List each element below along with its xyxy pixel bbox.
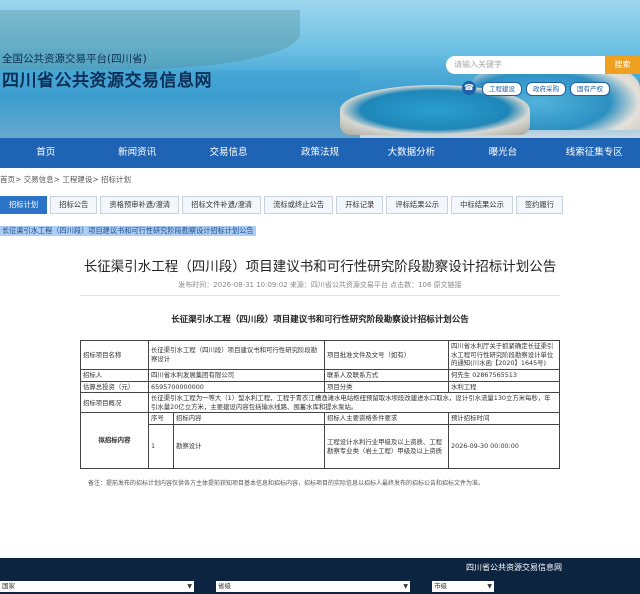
table-cell: 项目分类 [324,380,450,394]
article-title: 长征渠引水工程（四川段）项目建议书和可行性研究阶段勘察设计招标计划公告 [83,259,557,275]
table-cell: 序号 [148,412,174,426]
phone-icon[interactable]: ☎ [462,81,476,95]
tab-evaluation-result[interactable]: 评标结果公示 [386,196,449,214]
search-button[interactable]: 搜索 [605,56,640,74]
table-cell: 招标人主要资格条件要求 [324,412,450,426]
table-cell: 联系人及联系方式 [324,368,450,382]
table-row: 估算总投资（元） 6595700000000 项目分类 水利工程 [80,380,561,394]
chevron-down-icon: ▼ [403,583,408,590]
table-cell: 1 [148,424,174,470]
provincial-site-select[interactable]: 省级 ▼ [216,581,410,592]
table-cell: 勘察设计 [172,424,326,470]
select-value: 市级 [434,582,447,590]
table-row: 招标项目名称 长征渠引水工程（四川段）项目建议书和可行性研究阶段勘察设计 项目批… [80,340,561,370]
table-cell: 何先生 02867565513 [448,368,561,382]
tab-opening-record[interactable]: 开标记录 [336,196,384,214]
header-banner: 全国公共资源交易平台(四川省) 四川省公共资源交易信息网 请输入关键字 搜索 ☎… [0,0,640,138]
table-cell: 长征渠引水工程为一等大（1）型水利工程，工程于青衣江槽渔滩水电站枢纽预留取水坝段… [147,392,561,414]
table-cell: 项目批准文件及文号（如有） [324,340,450,370]
select-value: 国家 [2,582,15,590]
national-site-select[interactable]: 国家 ▼ [0,581,194,592]
table-cell: 招标项目概况 [80,392,149,414]
tab-prequal-addendum[interactable]: 资格预审补遗/澄清 [100,196,180,214]
breadcrumb[interactable]: 首页> 交易信息> 工程建设> 招标计划 [0,174,131,185]
tab-award-result[interactable]: 中标结果公示 [451,196,513,214]
city-site-select[interactable]: 市级 ▼ [432,581,494,592]
table-cell: 长征渠引水工程（四川段）项目建议书和可行性研究阶段勘察设计 [147,340,326,370]
table-row: 拟招标内容 序号 招标内容 招标人主要资格条件要求 预计招标时间 [80,412,561,470]
table-cell: 招标项目名称 [80,340,149,370]
watermark-text: 四川省公共资源交易信息网 [466,563,562,572]
chevron-down-icon: ▼ [487,583,492,590]
document-title: 长征渠引水工程（四川段）项目建议书和可行性研究阶段勘察设计招标计划公告 [171,315,469,325]
tab-bid-doc-addendum[interactable]: 招标文件补遗/澄清 [182,196,262,214]
table-footnote: 备注：提前发布的招标计划内容仅供各方主体提前获知项目基本信息和招标内容，招标项目… [88,480,485,487]
main-nav: 首页 新闻资讯 交易信息 政策法规 大数据分析 曝光台 线索征集专区 [0,138,640,168]
quick-link-engineering[interactable]: 工程建设 [482,82,522,96]
tab-bid-notice[interactable]: 招标公告 [50,196,98,214]
nav-item-exposure[interactable]: 曝光台 [457,138,548,168]
tab-failed-bid[interactable]: 流标或终止公告 [264,196,334,214]
table-cell: 四川省水利厅关于抓紧确定长征渠引水工程可行性研究阶段勘察设计单位的通知(川水函【… [448,340,561,370]
tab-bid-plan[interactable]: 招标计划 [0,196,48,214]
search-input[interactable]: 请输入关键字 [446,56,606,74]
table-cell: 6595700000000 [147,380,326,394]
nav-item-home[interactable]: 首页 [0,138,91,168]
article-meta: 发布时间：2026-08-31 10:09:02 来源：四川省公共资源交易平台 … [178,281,462,289]
category-tabs: 招标计划 招标公告 资格预审补遗/澄清 招标文件补遗/澄清 流标或终止公告 开标… [0,196,564,214]
quick-link-state-property[interactable]: 国有产权 [570,82,610,96]
table-cell: 预计招标时间 [448,412,561,426]
table-cell: 工程设计水利行业甲级及以上资质、工程勘察专业类（岩土工程）甲级及以上资质 [324,424,450,470]
table-cell: 拟招标内容 [80,412,149,470]
table-row: 招标项目概况 长征渠引水工程为一等大（1）型水利工程，工程于青衣江槽渔滩水电站枢… [80,392,561,414]
tab-contract[interactable]: 签约履行 [515,196,564,214]
platform-subtitle: 全国公共资源交易平台(四川省) [2,53,147,65]
nav-item-trade-info[interactable]: 交易信息 [183,138,274,168]
table-cell: 2026-09-30 00:00:00 [448,424,561,470]
table-row: 1 勘察设计 工程设计水利行业甲级及以上资质、工程勘察专业类（岩土工程）甲级及以… [81,424,561,470]
quick-link-procurement[interactable]: 政府采购 [526,82,566,96]
table-cell: 水利工程 [448,380,561,394]
table-cell: 四川省水利发展集团有限公司 [147,368,326,382]
table-row: 招标人 四川省水利发展集团有限公司 联系人及联系方式 何先生 028675655… [80,368,561,382]
nav-item-clue-collection[interactable]: 线索征集专区 [549,138,640,168]
table-cell: 招标内容 [172,412,326,426]
site-logo-title[interactable]: 四川省公共资源交易信息网 [2,66,212,91]
table-cell: 估算总投资（元） [80,380,149,394]
chevron-down-icon: ▼ [187,583,192,590]
table-cell: 招标人 [80,368,149,382]
nav-item-big-data[interactable]: 大数据分析 [366,138,457,168]
bid-plan-table: 招标项目名称 长征渠引水工程（四川段）项目建议书和可行性研究阶段勘察设计 项目批… [80,340,561,470]
select-value: 省级 [218,582,231,590]
nav-item-news[interactable]: 新闻资讯 [91,138,182,168]
divider [80,295,560,296]
selected-article-link[interactable]: 长征渠引水工程（四川段）项目建议书和可行性研究阶段勘察设计招标计划公告 [0,226,256,236]
nav-item-policy[interactable]: 政策法规 [274,138,365,168]
